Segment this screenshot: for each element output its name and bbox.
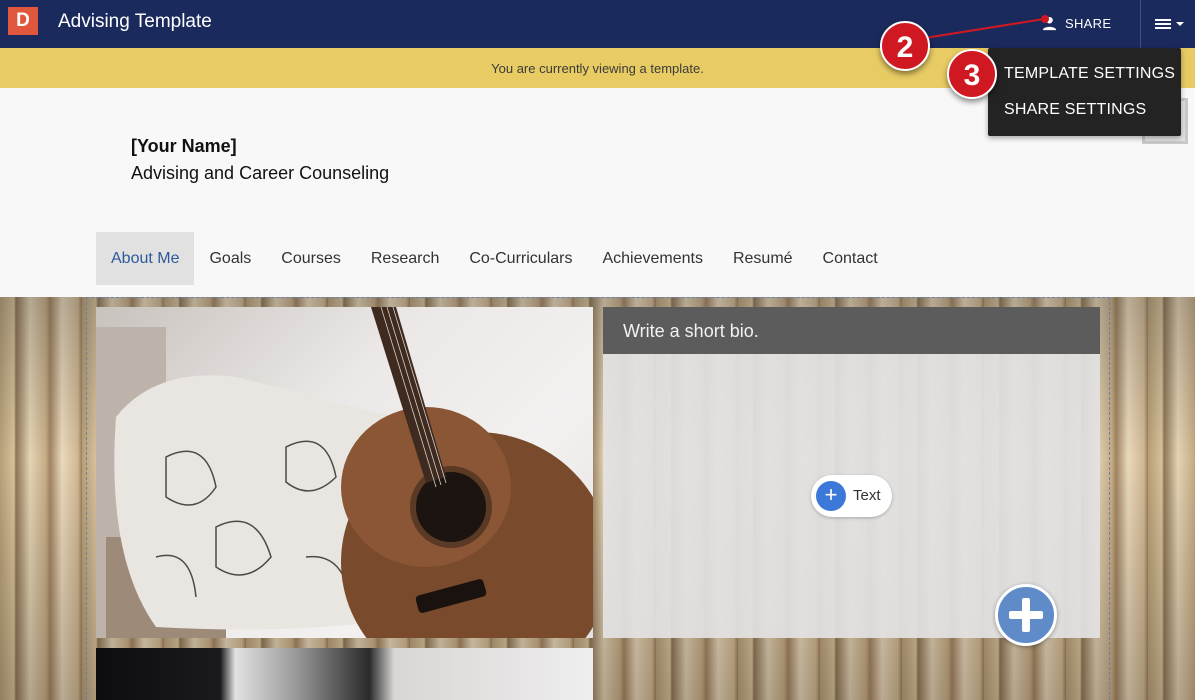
add-text-button[interactable]: + Text xyxy=(811,475,892,517)
site-name: [Your Name] xyxy=(131,136,237,156)
bio-title[interactable]: Write a short bio. xyxy=(623,321,759,342)
menu-item-share-settings[interactable]: SHARE SETTINGS xyxy=(1004,101,1146,119)
content-section: Write a short bio. + Text xyxy=(0,297,1195,700)
nav-item-resume[interactable]: Resumé xyxy=(718,232,808,285)
share-button[interactable]: SHARE xyxy=(1042,13,1111,33)
guitar-photo[interactable] xyxy=(96,307,593,638)
caret-down-icon xyxy=(1176,22,1184,26)
app-title: Advising Template xyxy=(58,11,212,32)
bio-header: Write a short bio. xyxy=(603,307,1100,354)
bio-block[interactable]: Write a short bio. + Text xyxy=(603,307,1100,646)
top-bar: D Advising Template SHARE xyxy=(0,0,1195,48)
guitar-illustration xyxy=(96,307,593,638)
share-dropdown-menu: TEMPLATE SETTINGS SHARE SETTINGS xyxy=(988,48,1181,136)
nav-item-achievements[interactable]: Achievements xyxy=(587,232,718,285)
second-photo[interactable] xyxy=(96,648,593,700)
site-nav: About Me Goals Courses Research Co-Curri… xyxy=(96,232,893,285)
add-text-label: Text xyxy=(853,487,881,504)
person-icon xyxy=(1042,16,1057,30)
app-logo[interactable]: D xyxy=(8,7,38,35)
plus-icon xyxy=(998,587,1054,643)
hamburger-icon xyxy=(1155,19,1171,29)
nav-item-goals[interactable]: Goals xyxy=(194,232,266,285)
menu-item-template-settings[interactable]: TEMPLATE SETTINGS xyxy=(1004,65,1175,83)
share-label: SHARE xyxy=(1065,15,1112,31)
nav-item-courses[interactable]: Courses xyxy=(266,232,356,285)
topbar-divider xyxy=(1140,0,1141,48)
nav-item-co-curriculars[interactable]: Co-Curriculars xyxy=(454,232,587,285)
step-callout-2: 2 xyxy=(880,21,930,71)
step-callout-3: 3 xyxy=(947,49,997,99)
plus-icon: + xyxy=(816,481,846,511)
nav-item-research[interactable]: Research xyxy=(356,232,454,285)
nav-item-about-me[interactable]: About Me xyxy=(96,232,195,285)
add-block-button[interactable] xyxy=(995,584,1057,646)
main-menu-button[interactable] xyxy=(1154,14,1188,34)
site-subtitle: Advising and Career Counseling xyxy=(131,163,390,183)
nav-item-contact[interactable]: Contact xyxy=(808,232,893,285)
